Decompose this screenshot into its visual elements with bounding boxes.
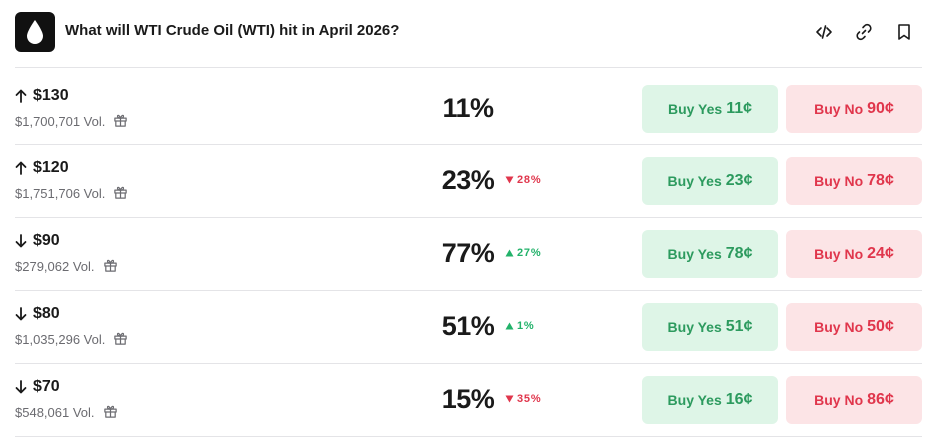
triangle-down-icon [505, 176, 514, 184]
volume-text: $279,062 Vol. [15, 258, 95, 274]
change-badge: 28% [505, 174, 541, 186]
arrow-up-icon [15, 88, 29, 104]
volume-text: $548,061 Vol. [15, 404, 95, 420]
arrow-down-icon [15, 306, 29, 322]
buy-no-price: 78¢ [867, 172, 894, 189]
buy-yes-price: 16¢ [725, 391, 753, 408]
buy-yes-label: Buy Yes [667, 173, 722, 189]
buy-no-price: 86¢ [867, 391, 894, 408]
triangle-up-icon [505, 249, 514, 257]
outcome-price-label: $90 [33, 232, 60, 249]
outcome-row[interactable]: $90 $279,062 Vol. 77% 27% Buy Yes 78¢ Bu… [15, 218, 922, 291]
change-badge: 35% [505, 393, 541, 405]
triangle-down-icon [505, 395, 514, 403]
volume-info: $279,062 Vol. [15, 258, 119, 274]
arrow-down-icon [15, 379, 29, 395]
volume-info: $1,751,706 Vol. [15, 185, 129, 201]
outcome-label: $70 [15, 378, 60, 396]
buy-no-label: Buy No [814, 101, 864, 117]
buy-yes-button[interactable]: Buy Yes 78¢ [642, 230, 778, 278]
oil-drop-logo-icon [15, 12, 55, 52]
outcome-row[interactable]: $70 $548,061 Vol. 15% 35% Buy Yes 16¢ Bu… [15, 364, 922, 437]
gift-icon[interactable] [113, 113, 129, 129]
buy-no-label: Buy No [814, 392, 864, 408]
arrow-down-icon [15, 233, 29, 249]
volume-text: $1,751,706 Vol. [15, 185, 106, 201]
outcome-row[interactable]: $130 $1,700,701 Vol. 11% Buy Yes 11¢ Buy… [15, 73, 922, 145]
buy-no-label: Buy No [814, 173, 864, 189]
chance-percent: 77% [441, 238, 495, 268]
outcome-label: $120 [15, 159, 69, 177]
change-value: 27% [517, 247, 542, 259]
gift-icon[interactable] [103, 258, 119, 274]
buy-yes-label: Buy Yes [667, 392, 722, 408]
gift-icon[interactable] [113, 185, 129, 201]
change-badge: 27% [505, 247, 541, 259]
outcome-price-label: $120 [33, 159, 69, 176]
link-icon[interactable] [853, 21, 875, 43]
gift-icon[interactable] [113, 331, 129, 347]
buy-no-button[interactable]: Buy No 50¢ [786, 303, 922, 351]
change-badge: 1% [505, 320, 535, 332]
buy-no-label: Buy No [814, 246, 864, 262]
volume-info: $548,061 Vol. [15, 404, 119, 420]
arrow-up-icon [15, 160, 29, 176]
buy-no-button[interactable]: Buy No 86¢ [786, 376, 922, 424]
volume-info: $1,035,296 Vol. [15, 331, 129, 347]
change-value: 28% [517, 174, 542, 186]
change-value: 35% [517, 393, 542, 405]
volume-info: $1,700,701 Vol. [15, 113, 129, 129]
gift-icon[interactable] [103, 404, 119, 420]
chance-percent: 15% [441, 384, 495, 414]
chance-percent: 23% [441, 165, 495, 195]
embed-icon[interactable] [813, 21, 835, 43]
volume-text: $1,700,701 Vol. [15, 113, 106, 129]
buy-no-button[interactable]: Buy No 90¢ [786, 85, 922, 133]
buy-no-label: Buy No [814, 319, 864, 335]
buy-yes-button[interactable]: Buy Yes 51¢ [642, 303, 778, 351]
buy-no-button[interactable]: Buy No 24¢ [786, 230, 922, 278]
outcome-price-label: $70 [33, 378, 60, 395]
buy-no-price: 90¢ [867, 100, 894, 117]
buy-no-button[interactable]: Buy No 78¢ [786, 157, 922, 205]
market-header: What will WTI Crude Oil (WTI) hit in Apr… [0, 0, 934, 68]
outcome-list: $130 $1,700,701 Vol. 11% Buy Yes 11¢ Buy… [15, 73, 922, 437]
outcome-price-label: $130 [33, 87, 69, 104]
bookmark-icon[interactable] [893, 21, 915, 43]
buy-yes-label: Buy Yes [667, 101, 723, 117]
buy-yes-button[interactable]: Buy Yes 11¢ [642, 85, 778, 133]
buy-yes-button[interactable]: Buy Yes 16¢ [642, 376, 778, 424]
change-value: 1% [517, 320, 535, 332]
buy-yes-price: 11¢ [726, 100, 753, 117]
market-title: What will WTI Crude Oil (WTI) hit in Apr… [65, 22, 400, 39]
buy-yes-label: Buy Yes [667, 319, 722, 335]
buy-no-price: 50¢ [867, 318, 894, 335]
buy-yes-label: Buy Yes [667, 246, 722, 262]
buy-yes-price: 51¢ [725, 318, 753, 335]
outcome-label: $90 [15, 232, 60, 250]
chance-percent: 51% [441, 311, 495, 341]
buy-yes-price: 78¢ [725, 245, 753, 262]
header-divider [15, 67, 922, 68]
buy-yes-price: 23¢ [725, 172, 753, 189]
outcome-label: $130 [15, 87, 69, 105]
outcome-price-label: $80 [33, 305, 60, 322]
volume-text: $1,035,296 Vol. [15, 331, 106, 347]
buy-no-price: 24¢ [867, 245, 894, 262]
buy-yes-button[interactable]: Buy Yes 23¢ [642, 157, 778, 205]
chance-percent: 11% [442, 93, 494, 123]
outcome-row[interactable]: $120 $1,751,706 Vol. 23% 28% Buy Yes 23¢… [15, 145, 922, 218]
outcome-label: $80 [15, 305, 60, 323]
outcome-row[interactable]: $80 $1,035,296 Vol. 51% 1% Buy Yes 51¢ B… [15, 291, 922, 364]
triangle-up-icon [505, 322, 514, 330]
